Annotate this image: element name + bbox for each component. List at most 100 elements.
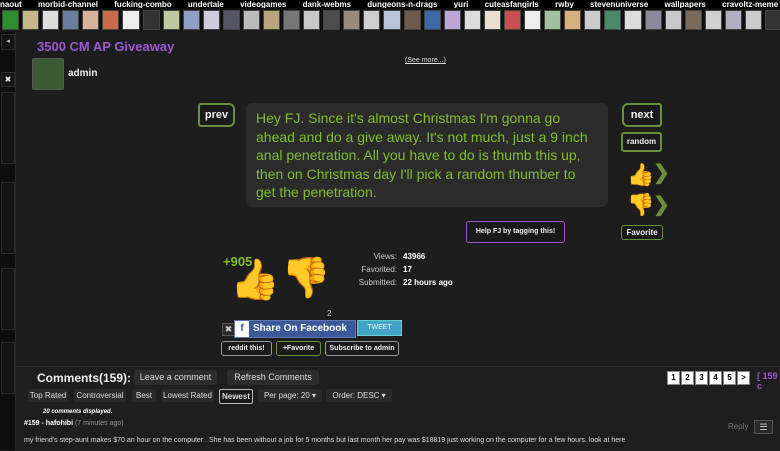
channel-link[interactable]: morbid-channel — [38, 0, 98, 8]
channel-link[interactable]: fucking-combo — [114, 0, 171, 8]
channel-thumbnail[interactable] — [764, 10, 780, 30]
channel-thumbnail[interactable] — [744, 10, 762, 30]
random-button[interactable]: random — [621, 132, 662, 152]
channel-link[interactable]: undertale — [188, 0, 224, 8]
filter-controversial[interactable]: Controversial — [74, 389, 126, 402]
channel-thumbnail[interactable] — [122, 10, 140, 30]
channel-thumbnail[interactable] — [463, 10, 481, 30]
post-text: Hey FJ. Since it's almost Christmas I'm … — [246, 103, 608, 207]
channel-thumbnail[interactable] — [22, 10, 40, 30]
close-icon[interactable]: ✖ — [1, 72, 15, 87]
next-button[interactable]: next — [622, 103, 662, 127]
channel-thumbnail[interactable] — [162, 10, 180, 30]
channel-thumbnail[interactable] — [483, 10, 501, 30]
channel-thumbnail[interactable] — [604, 10, 622, 30]
add-favorite-button[interactable]: +Favorite — [276, 341, 321, 356]
channel-thumbnail[interactable] — [564, 10, 582, 30]
sidebar-panel — [1, 342, 15, 394]
channel-thumbnail[interactable] — [524, 10, 542, 30]
channel-thumbnail[interactable] — [503, 10, 522, 30]
menu-icon[interactable]: ☰ — [754, 420, 773, 434]
channel-thumbnail[interactable] — [544, 10, 562, 30]
share-facebook-label: Share On Facebook — [253, 323, 347, 334]
channel-thumbnail[interactable] — [222, 10, 240, 30]
channel-link[interactable]: videogames — [240, 0, 286, 8]
thumb-up-icon[interactable]: 👍 — [230, 256, 280, 303]
channel-thumbnail[interactable] — [624, 10, 642, 30]
avatar[interactable] — [32, 58, 64, 90]
channel-link[interactable]: dungeons-n-drags — [367, 0, 437, 8]
comment-author[interactable]: #159 - hafohibi — [24, 420, 73, 427]
channel-link[interactable]: cuteasfangirls — [485, 0, 539, 8]
channel-thumbnail[interactable] — [363, 10, 381, 30]
channel-thumbnail[interactable] — [724, 10, 742, 30]
page-button[interactable]: 4 — [709, 371, 722, 385]
filter-lowest-rated[interactable]: Lowest Rated — [161, 389, 214, 402]
order-select[interactable]: Order: DESC ▾ — [326, 389, 392, 402]
filter-newest[interactable]: Newest — [219, 389, 253, 404]
channel-thumbnail[interactable] — [42, 10, 60, 30]
channel-thumbnail[interactable] — [82, 10, 100, 30]
channel-thumbnail[interactable] — [323, 10, 341, 30]
page-button[interactable]: 2 — [681, 371, 694, 385]
channel-thumbnail[interactable] — [443, 10, 461, 30]
author-name[interactable]: admin — [68, 68, 97, 79]
views-value: 43966 — [403, 252, 426, 261]
channel-thumbnail[interactable] — [102, 10, 120, 30]
filter-top-rated[interactable]: Top Rated — [28, 389, 68, 402]
page-button[interactable]: 3 — [695, 371, 708, 385]
submitted-label: Submitted: — [358, 278, 397, 287]
favorite-button[interactable]: Favorite — [621, 225, 663, 240]
prev-button[interactable]: prev — [198, 103, 235, 127]
collapse-arrow-icon[interactable]: ◂ — [1, 34, 15, 50]
channel-thumbnail[interactable] — [303, 10, 321, 30]
channel-thumbnail[interactable] — [242, 10, 261, 30]
sidebar-panel — [1, 268, 15, 330]
thumb-up-icon: 👍 — [627, 162, 655, 187]
channel-thumbnail[interactable] — [62, 10, 80, 30]
leave-comment-button[interactable]: Leave a comment — [134, 370, 217, 385]
channel-thumbnail[interactable] — [584, 10, 602, 30]
channel-thumbnail[interactable] — [403, 10, 421, 30]
reddit-button[interactable]: reddit this! — [221, 341, 272, 356]
channel-link[interactable]: stevenuniverse — [590, 0, 648, 8]
channel-thumbnail[interactable] — [263, 10, 281, 30]
share-count: 2 — [327, 309, 332, 318]
filter-best[interactable]: Best — [132, 389, 156, 402]
tag-button[interactable]: Help FJ by tagging this! — [466, 221, 565, 243]
next-page-button[interactable]: > — [737, 371, 750, 385]
post-title: 3500 CM AP Giveaway — [37, 39, 175, 54]
channel-link[interactable]: yuri — [454, 0, 469, 8]
refresh-comments-button[interactable]: Refresh Comments — [227, 370, 319, 385]
facebook-icon: f — [235, 321, 249, 337]
share-facebook-button[interactable]: f Share On Facebook — [234, 320, 356, 338]
tweet-button[interactable]: TWEET — [357, 320, 402, 336]
channel-thumbnail[interactable] — [283, 10, 301, 30]
channel-bar: naout morbid-channel fucking-combo under… — [0, 0, 780, 8]
channel-thumbnail[interactable] — [704, 10, 722, 30]
see-more-link[interactable]: (See more...) — [405, 57, 446, 64]
reply-button[interactable]: Reply — [728, 422, 748, 431]
channel-thumbnail[interactable] — [423, 10, 441, 30]
page-button[interactable]: 1 — [667, 371, 680, 385]
per-page-select[interactable]: Per page: 20 ▾ — [258, 389, 322, 402]
channel-link[interactable]: wallpapers — [665, 0, 706, 8]
channel-thumbnail[interactable] — [383, 10, 401, 30]
channel-thumbnail[interactable] — [343, 10, 361, 30]
subscribe-button[interactable]: Subscribe to admin — [325, 341, 399, 356]
channel-link[interactable]: cravoltz-meme — [722, 0, 778, 8]
thumb-up-icon[interactable]: 👍 — [627, 162, 655, 190]
channel-link[interactable]: rwby — [555, 0, 574, 8]
channel-thumbnail[interactable] — [142, 10, 160, 30]
channel-thumbnail[interactable] — [664, 10, 682, 30]
thumb-down-icon[interactable]: 👎 — [627, 192, 655, 220]
channel-thumbnail[interactable] — [2, 10, 20, 30]
page-button[interactable]: 5 — [723, 371, 736, 385]
channel-link[interactable]: dank-webms — [303, 0, 351, 8]
channel-thumbnail[interactable] — [202, 10, 220, 30]
thumb-down-icon[interactable]: 👎 — [281, 254, 331, 301]
channel-thumbnail[interactable] — [684, 10, 702, 30]
channel-thumbnail[interactable] — [182, 10, 200, 30]
channel-link[interactable]: naout — [0, 0, 22, 8]
channel-thumbnail[interactable] — [644, 10, 662, 30]
